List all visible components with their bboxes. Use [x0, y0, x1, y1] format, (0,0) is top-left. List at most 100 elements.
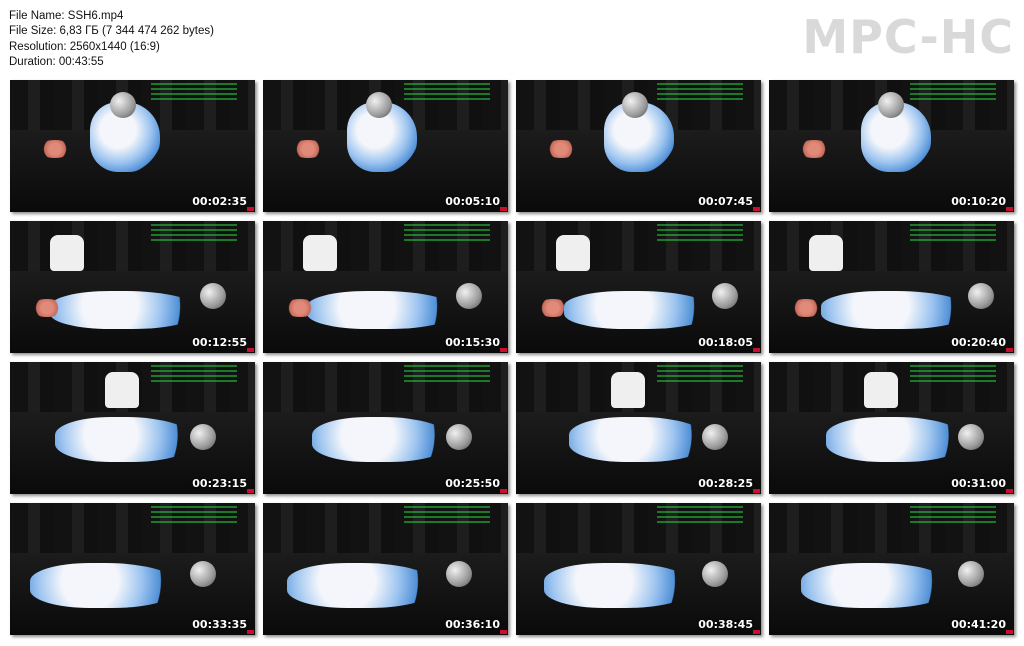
timestamp: 00:20:40 [951, 336, 1006, 349]
video-overlay-text [404, 83, 490, 103]
person-figure [105, 372, 139, 408]
subject-head [622, 92, 648, 118]
rope-pile [38, 140, 72, 158]
video-overlay-text [910, 83, 996, 103]
timestamp: 00:23:15 [192, 477, 247, 490]
video-overlay-text [910, 506, 996, 526]
thumbnail: 00:15:30 [263, 221, 508, 353]
thumbnail-grid: 00:02:35 00:05:10 00:07:45 00:10:20 00:12:55… [0, 0, 1024, 646]
video-overlay-text [404, 365, 490, 385]
video-overlay-text [404, 224, 490, 244]
thumbnail: 00:07:45 [516, 80, 761, 212]
thumbnail: 00:31:00 [769, 362, 1014, 494]
timestamp: 00:05:10 [445, 195, 500, 208]
subject-figure [569, 417, 709, 462]
person-figure [50, 235, 84, 271]
progress-marker [247, 489, 254, 493]
progress-marker [247, 207, 254, 211]
video-overlay-text [657, 506, 743, 526]
timestamp: 00:18:05 [698, 336, 753, 349]
thumbnail: 00:18:05 [516, 221, 761, 353]
subject-figure [30, 563, 180, 608]
rope-pile [789, 299, 823, 317]
thumbnail: 00:12:55 [10, 221, 255, 353]
thumbnail: 00:05:10 [263, 80, 508, 212]
timestamp: 00:31:00 [951, 477, 1006, 490]
progress-marker [753, 348, 760, 352]
subject-head [968, 283, 994, 309]
subject-figure [544, 563, 694, 608]
progress-marker [500, 207, 507, 211]
progress-marker [500, 630, 507, 634]
person-figure [809, 235, 843, 271]
video-overlay-text [910, 224, 996, 244]
video-overlay-text [657, 365, 743, 385]
progress-marker [1006, 489, 1013, 493]
subject-head [200, 283, 226, 309]
progress-marker [247, 630, 254, 634]
progress-marker [1006, 207, 1013, 211]
subject-figure [564, 291, 714, 329]
thumbnail: 00:23:15 [10, 362, 255, 494]
subject-figure [821, 291, 971, 329]
progress-marker [753, 630, 760, 634]
subject-head [878, 92, 904, 118]
thumbnail: 00:10:20 [769, 80, 1014, 212]
timestamp: 00:28:25 [698, 477, 753, 490]
timestamp: 00:38:45 [698, 618, 753, 631]
timestamp: 00:15:30 [445, 336, 500, 349]
thumbnail: 00:28:25 [516, 362, 761, 494]
subject-figure [312, 417, 452, 462]
subject-head [702, 561, 728, 587]
subject-head [958, 424, 984, 450]
subject-figure [801, 563, 951, 608]
video-overlay-text [657, 83, 743, 103]
video-overlay-text [151, 365, 237, 385]
subject-head [366, 92, 392, 118]
timestamp: 00:02:35 [192, 195, 247, 208]
person-figure [556, 235, 590, 271]
timestamp: 00:07:45 [698, 195, 753, 208]
person-figure [611, 372, 645, 408]
subject-head [190, 424, 216, 450]
subject-head [446, 561, 472, 587]
thumbnail: 00:33:35 [10, 503, 255, 635]
subject-head [456, 283, 482, 309]
progress-marker [1006, 348, 1013, 352]
progress-marker [500, 348, 507, 352]
thumbnail: 00:38:45 [516, 503, 761, 635]
rope-pile [536, 299, 570, 317]
thumbnail: 00:02:35 [10, 80, 255, 212]
video-overlay-text [910, 365, 996, 385]
rope-pile [291, 140, 325, 158]
subject-head [110, 92, 136, 118]
thumbnail: 00:36:10 [263, 503, 508, 635]
progress-marker [1006, 630, 1013, 634]
subject-figure [55, 417, 195, 462]
timestamp: 00:10:20 [951, 195, 1006, 208]
timestamp: 00:41:20 [951, 618, 1006, 631]
subject-figure [50, 291, 200, 329]
subject-head [712, 283, 738, 309]
rope-pile [797, 140, 831, 158]
subject-head [190, 561, 216, 587]
rope-pile [283, 299, 317, 317]
subject-figure [287, 563, 437, 608]
thumbnail: 00:41:20 [769, 503, 1014, 635]
video-overlay-text [151, 83, 237, 103]
progress-marker [500, 489, 507, 493]
timestamp: 00:33:35 [192, 618, 247, 631]
thumbnail: 00:25:50 [263, 362, 508, 494]
progress-marker [753, 489, 760, 493]
timestamp: 00:12:55 [192, 336, 247, 349]
video-overlay-text [151, 506, 237, 526]
progress-marker [247, 348, 254, 352]
subject-head [702, 424, 728, 450]
subject-figure [307, 291, 457, 329]
rope-pile [30, 299, 64, 317]
person-figure [303, 235, 337, 271]
rope-pile [544, 140, 578, 158]
video-overlay-text [151, 224, 237, 244]
video-overlay-text [404, 506, 490, 526]
subject-head [958, 561, 984, 587]
